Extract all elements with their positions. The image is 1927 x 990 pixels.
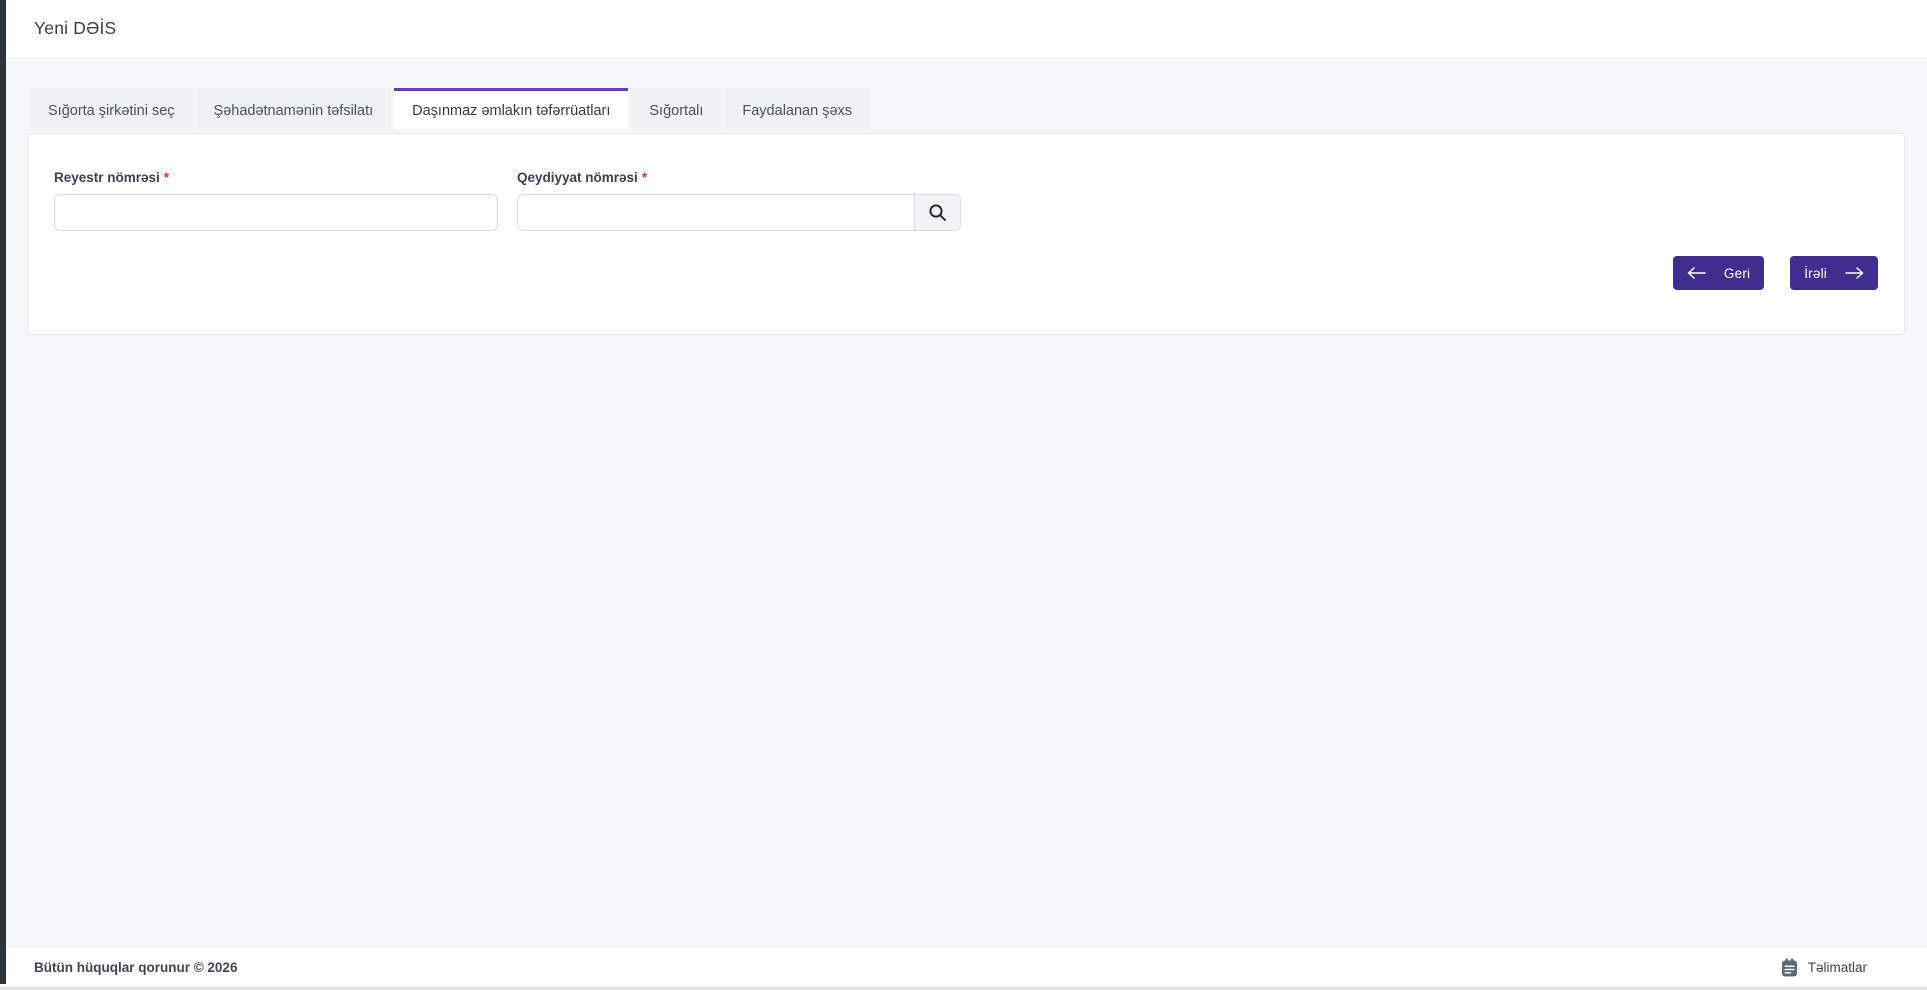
page-header: Yeni DƏİS (0, 0, 1927, 57)
arrow-left-icon (1687, 267, 1706, 279)
tab-faydalanan-sexs[interactable]: Faydalanan şəxs (724, 88, 870, 130)
next-button[interactable]: İrəli (1790, 256, 1878, 290)
page-title: Yeni DƏİS (34, 18, 116, 39)
form-row: Reyestr nömrəsi * Qeydiyyat nömrəsi * (54, 170, 1878, 231)
back-button-label: Geri (1724, 266, 1750, 281)
tab-dasinmaz-emlakin-teferruatlari[interactable]: Daşınmaz əmlakın təfərrüatları (394, 88, 628, 130)
field-qeydiyyat-nomresi: Qeydiyyat nömrəsi * (517, 170, 961, 231)
page: Yeni DƏİS Sığorta şirkətini seç Şəhadətn… (0, 0, 1927, 990)
form-card: Reyestr nömrəsi * Qeydiyyat nömrəsi * (27, 133, 1905, 335)
required-asterisk: * (164, 170, 169, 185)
arrow-right-icon (1845, 267, 1864, 279)
search-button[interactable] (914, 194, 961, 231)
field-label-text: Reyestr nömrəsi (54, 170, 160, 185)
qeydiyyat-nomresi-input[interactable] (517, 194, 914, 231)
instructions-label: Təlimatlar (1808, 960, 1867, 975)
field-label: Reyestr nömrəsi * (54, 170, 498, 185)
page-footer: Bütün hüquqlar qorunur © 2026 Təlimatlar (0, 948, 1927, 987)
instructions-link[interactable]: Təlimatlar (1781, 958, 1867, 977)
tab-sehadetnamenin-tefsilati[interactable]: Şəhadətnamənin təfsilatı (196, 88, 392, 130)
search-icon (928, 203, 947, 222)
required-asterisk: * (642, 170, 647, 185)
tab-sigorta-sirketini-sec[interactable]: Sığorta şirkətini seç (30, 88, 193, 130)
field-label-text: Qeydiyyat nömrəsi (517, 170, 638, 185)
reyestr-nomresi-input[interactable] (54, 194, 498, 231)
main-content: Sığorta şirkətini seç Şəhadətnamənin təf… (0, 57, 1927, 948)
left-edge-bar (0, 0, 6, 984)
field-reyestr-nomresi: Reyestr nömrəsi * (54, 170, 498, 231)
back-button[interactable]: Geri (1673, 256, 1764, 290)
copyright-text: Bütün hüquqlar qorunur © 2026 (34, 960, 237, 975)
tab-bar: Sığorta şirkətini seç Şəhadətnamənin təf… (30, 88, 1905, 130)
actions-row: Geri İrəli (54, 256, 1878, 290)
qeydiyyat-input-group (517, 194, 961, 231)
clipboard-icon (1781, 958, 1798, 977)
field-label: Qeydiyyat nömrəsi * (517, 170, 961, 185)
tab-sigortali[interactable]: Sığortalı (631, 88, 721, 130)
next-button-label: İrəli (1804, 266, 1827, 281)
